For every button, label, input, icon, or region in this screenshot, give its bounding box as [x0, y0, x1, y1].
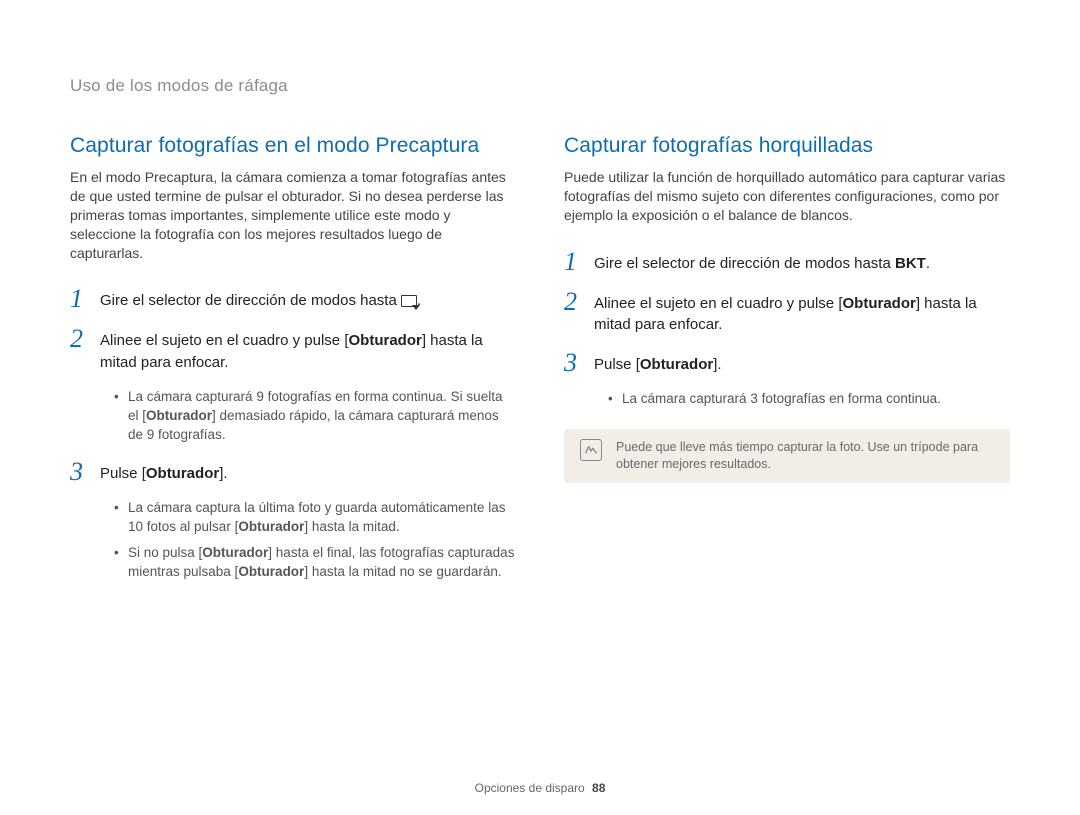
step-number: 3	[564, 350, 582, 376]
shutter-label: Obturador	[349, 332, 422, 349]
step-number: 1	[70, 286, 88, 312]
step-number: 3	[70, 459, 88, 485]
list-item: Si no pulsa [Obturador] hasta el final, …	[114, 544, 516, 582]
list-item: La cámara captura la última foto y guard…	[114, 499, 516, 537]
step-body: Gire el selector de dirección de modos h…	[100, 286, 516, 312]
text: Alinee el sujeto en el cuadro y pulse [	[100, 332, 349, 349]
left-step-2-sublist: La cámara capturará 9 fotografías en for…	[114, 388, 516, 445]
text: Gire el selector de dirección de modos h…	[594, 255, 895, 272]
text: Pulse [	[594, 356, 640, 373]
text: Si no pulsa [	[128, 545, 202, 560]
right-step-3-sublist: La cámara capturará 3 fotografías en for…	[608, 390, 1010, 409]
breadcrumb: Uso de los modos de ráfaga	[70, 76, 1010, 96]
step-body: Alinee el sujeto en el cuadro y pulse [O…	[594, 289, 1010, 337]
left-intro: En el modo Precaptura, la cámara comienz…	[70, 168, 516, 262]
content-columns: Capturar fotografías en el modo Precaptu…	[70, 134, 1010, 596]
shutter-label: Obturador	[146, 408, 212, 423]
note-box: Puede que lleve más tiempo capturar la f…	[564, 429, 1010, 483]
shutter-label: Obturador	[238, 519, 304, 534]
left-column: Capturar fotografías en el modo Precaptu…	[70, 134, 516, 596]
list-item: La cámara capturará 9 fotografías en for…	[114, 388, 516, 445]
page-footer: Opciones de disparo 88	[0, 781, 1080, 795]
text: ] hasta la mitad.	[304, 519, 399, 534]
text: ].	[219, 465, 227, 482]
right-step-1: 1 Gire el selector de dirección de modos…	[564, 249, 1010, 275]
text: Gire el selector de dirección de modos h…	[100, 292, 401, 309]
right-intro: Puede utilizar la función de horquillado…	[564, 168, 1010, 225]
right-step-2: 2 Alinee el sujeto en el cuadro y pulse …	[564, 289, 1010, 337]
left-step-2: 2 Alinee el sujeto en el cuadro y pulse …	[70, 326, 516, 374]
step-body: Alinee el sujeto en el cuadro y pulse [O…	[100, 326, 516, 374]
page: Uso de los modos de ráfaga Capturar foto…	[0, 0, 1080, 815]
note-text: Puede que lleve más tiempo capturar la f…	[616, 439, 994, 473]
page-number: 88	[592, 781, 605, 795]
shutter-label: Obturador	[640, 356, 713, 373]
left-heading: Capturar fotografías en el modo Precaptu…	[70, 134, 516, 158]
text: ] hasta la mitad no se guardarán.	[304, 564, 501, 579]
right-heading: Capturar fotografías horquilladas	[564, 134, 1010, 158]
shutter-label: Obturador	[146, 465, 219, 482]
shutter-label: Obturador	[202, 545, 268, 560]
text: .	[926, 255, 930, 272]
left-step-1: 1 Gire el selector de dirección de modos…	[70, 286, 516, 312]
step-body: Pulse [Obturador].	[594, 350, 1010, 376]
right-column: Capturar fotografías horquilladas Puede …	[564, 134, 1010, 596]
right-step-3: 3 Pulse [Obturador].	[564, 350, 1010, 376]
shutter-label: Obturador	[843, 295, 916, 312]
list-item: La cámara capturará 3 fotografías en for…	[608, 390, 1010, 409]
text: Pulse [	[100, 465, 146, 482]
text: Alinee el sujeto en el cuadro y pulse [	[594, 295, 843, 312]
shutter-label: Obturador	[238, 564, 304, 579]
text: ].	[713, 356, 721, 373]
bkt-mode-label: BKT	[895, 255, 926, 272]
left-step-3: 3 Pulse [Obturador].	[70, 459, 516, 485]
precapture-mode-icon	[401, 295, 417, 307]
step-body: Gire el selector de dirección de modos h…	[594, 249, 1010, 275]
step-number: 2	[564, 289, 582, 337]
step-number: 2	[70, 326, 88, 374]
footer-section-label: Opciones de disparo	[475, 781, 585, 795]
step-body: Pulse [Obturador].	[100, 459, 516, 485]
note-icon	[580, 439, 602, 461]
step-number: 1	[564, 249, 582, 275]
left-step-3-sublist: La cámara captura la última foto y guard…	[114, 499, 516, 583]
